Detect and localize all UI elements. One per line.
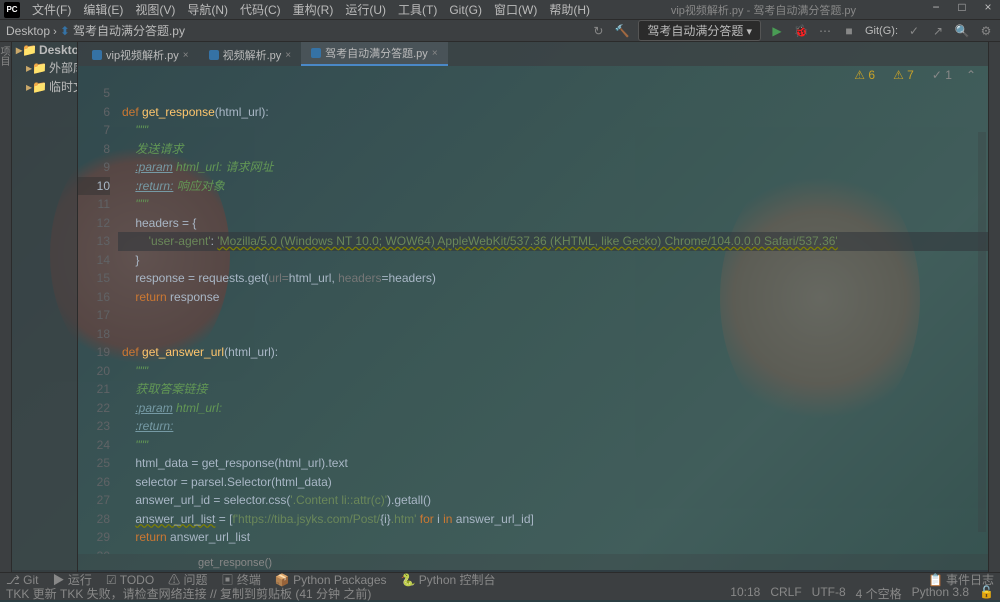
- code-line[interactable]: 发送请求: [118, 140, 988, 159]
- menubar: PC 文件(F)编辑(E)视图(V)导航(N)代码(C)重构(R)运行(U)工具…: [0, 0, 1000, 20]
- expand-icon[interactable]: ⌃: [966, 68, 976, 82]
- editor-tab[interactable]: vip视频解析.py ×: [82, 44, 199, 66]
- code-line[interactable]: :return: 响应对象: [118, 177, 988, 196]
- statusbar: TKK 更新 TKK 失败，请检查网络连接 // 复制到剪贴板 (41 分钟 之…: [0, 586, 1000, 600]
- code-line[interactable]: answer_url_id = selector.css('.Content l…: [118, 491, 988, 510]
- git-label: Git(G):: [865, 25, 898, 37]
- code-editor[interactable]: 5678910111213141516171819202122232425262…: [78, 84, 988, 554]
- stop-icon[interactable]: ■: [841, 23, 857, 39]
- lock-icon[interactable]: 🔓: [979, 585, 994, 602]
- debug-icon[interactable]: 🐞: [793, 23, 809, 39]
- refresh-icon[interactable]: ↻: [590, 23, 606, 39]
- breadcrumb-file[interactable]: 驾考自动满分答题.py: [73, 24, 185, 38]
- editor-tabs: vip视频解析.py ×视频解析.py ×驾考自动满分答题.py ×: [78, 42, 988, 66]
- breadcrumb-root[interactable]: Desktop: [6, 24, 50, 38]
- code-line[interactable]: :param html_url:: [118, 399, 988, 418]
- code-line[interactable]: """: [118, 195, 988, 214]
- menu-代码(C)[interactable]: 代码(C): [234, 3, 287, 17]
- menu-窗口(W)[interactable]: 窗口(W): [488, 3, 543, 17]
- indent-setting[interactable]: 4 个空格: [856, 585, 902, 602]
- toolbar: Desktop › ⬍ 驾考自动满分答题.py ↻ 🔨 驾考自动满分答题 ▾ ▶…: [0, 20, 1000, 42]
- code-line[interactable]: html_data = get_response(html_url).text: [118, 454, 988, 473]
- inspection-errors[interactable]: ⚠ 6: [850, 68, 879, 82]
- code-line[interactable]: """: [118, 121, 988, 140]
- cursor-position[interactable]: 10:18: [730, 585, 760, 602]
- code-line[interactable]: 获取答案链接: [118, 380, 988, 399]
- code-line[interactable]: return answer_url_list: [118, 528, 988, 547]
- file-encoding[interactable]: UTF-8: [812, 585, 846, 602]
- tree-item[interactable]: ▸📁外部库: [12, 58, 77, 77]
- inspection-warnings[interactable]: ⚠ 7: [889, 68, 918, 82]
- menu-工具(T)[interactable]: 工具(T): [392, 3, 443, 17]
- code-line[interactable]: [118, 306, 988, 325]
- project-tree[interactable]: ▸📁Desktop▸📁外部库▸📁临时文件和…: [12, 42, 78, 572]
- menu-编辑(E)[interactable]: 编辑(E): [77, 3, 129, 17]
- code-line[interactable]: :param html_url: 请求网址: [118, 158, 988, 177]
- python-file-icon: [92, 50, 102, 60]
- code-line[interactable]: return response: [118, 288, 988, 307]
- code-line[interactable]: selector = parsel.Selector(html_data): [118, 473, 988, 492]
- editor-tab[interactable]: 驾考自动满分答题.py ×: [301, 42, 448, 66]
- more-run-icon[interactable]: ⋯: [817, 23, 833, 39]
- minimize-icon[interactable]: −: [928, 0, 944, 14]
- search-icon[interactable]: 🔍: [954, 23, 970, 39]
- menu-重构(R)[interactable]: 重构(R): [287, 3, 340, 17]
- right-gutter[interactable]: [988, 42, 1000, 572]
- line-separator[interactable]: CRLF: [770, 585, 801, 602]
- app-logo: PC: [4, 2, 20, 18]
- code-line[interactable]: headers = {: [118, 214, 988, 233]
- python-file-icon: [209, 50, 219, 60]
- interpreter[interactable]: Python 3.8: [912, 585, 969, 602]
- menu-运行(U)[interactable]: 运行(U): [339, 3, 392, 17]
- minimap[interactable]: [978, 132, 986, 532]
- menu-视图(V)[interactable]: 视图(V): [129, 3, 181, 17]
- tree-item[interactable]: ▸📁临时文件和…: [12, 77, 77, 96]
- code-line[interactable]: answer_url_list = [f'https://tiba.jsyks.…: [118, 510, 988, 529]
- tab-close-icon[interactable]: ×: [285, 50, 291, 61]
- git-update-icon[interactable]: ✓: [906, 23, 922, 39]
- tab-close-icon[interactable]: ×: [183, 50, 189, 61]
- tree-item[interactable]: ▸📁Desktop: [12, 42, 77, 58]
- gear-icon[interactable]: ⚙: [978, 23, 994, 39]
- code-line[interactable]: def get_answer_url(html_url):: [118, 343, 988, 362]
- code-line[interactable]: 'user-agent': 'Mozilla/5.0 (Windows NT 1…: [118, 232, 988, 251]
- menu-Git(G)[interactable]: Git(G): [443, 3, 488, 17]
- code-line[interactable]: [118, 325, 988, 344]
- left-gutter[interactable]: 项目: [0, 42, 12, 572]
- status-message: TKK 更新 TKK 失败，请检查网络连接 // 复制到剪贴板 (41 分钟 之…: [6, 585, 371, 602]
- git-push-icon[interactable]: ↗: [930, 23, 946, 39]
- code-line[interactable]: """: [118, 436, 988, 455]
- run-config-selector[interactable]: 驾考自动满分答题 ▾: [638, 20, 761, 41]
- python-file-icon: [311, 48, 321, 58]
- maximize-icon[interactable]: □: [954, 0, 970, 14]
- code-line[interactable]: }: [118, 251, 988, 270]
- code-breadcrumb[interactable]: get_response(): [78, 554, 988, 572]
- run-icon[interactable]: ▶: [769, 23, 785, 39]
- code-line[interactable]: """: [118, 362, 988, 381]
- close-icon[interactable]: ×: [980, 0, 996, 14]
- hammer-icon[interactable]: 🔨: [614, 23, 630, 39]
- tool-window-Python 控制台[interactable]: 🐍 Python 控制台: [401, 571, 496, 588]
- code-line[interactable]: def get_response(html_url):: [118, 103, 988, 122]
- code-line[interactable]: [118, 547, 988, 555]
- menu-文件(F)[interactable]: 文件(F): [26, 3, 77, 17]
- tab-close-icon[interactable]: ×: [432, 48, 438, 59]
- menu-导航(N)[interactable]: 导航(N): [181, 3, 234, 17]
- code-line[interactable]: [118, 84, 988, 103]
- code-line[interactable]: :return:: [118, 417, 988, 436]
- code-line[interactable]: response = requests.get(url=html_url, he…: [118, 269, 988, 288]
- menu-帮助(H)[interactable]: 帮助(H): [543, 3, 596, 17]
- editor-tab[interactable]: 视频解析.py ×: [199, 44, 302, 66]
- inspection-weak[interactable]: ✓ 1: [928, 68, 956, 82]
